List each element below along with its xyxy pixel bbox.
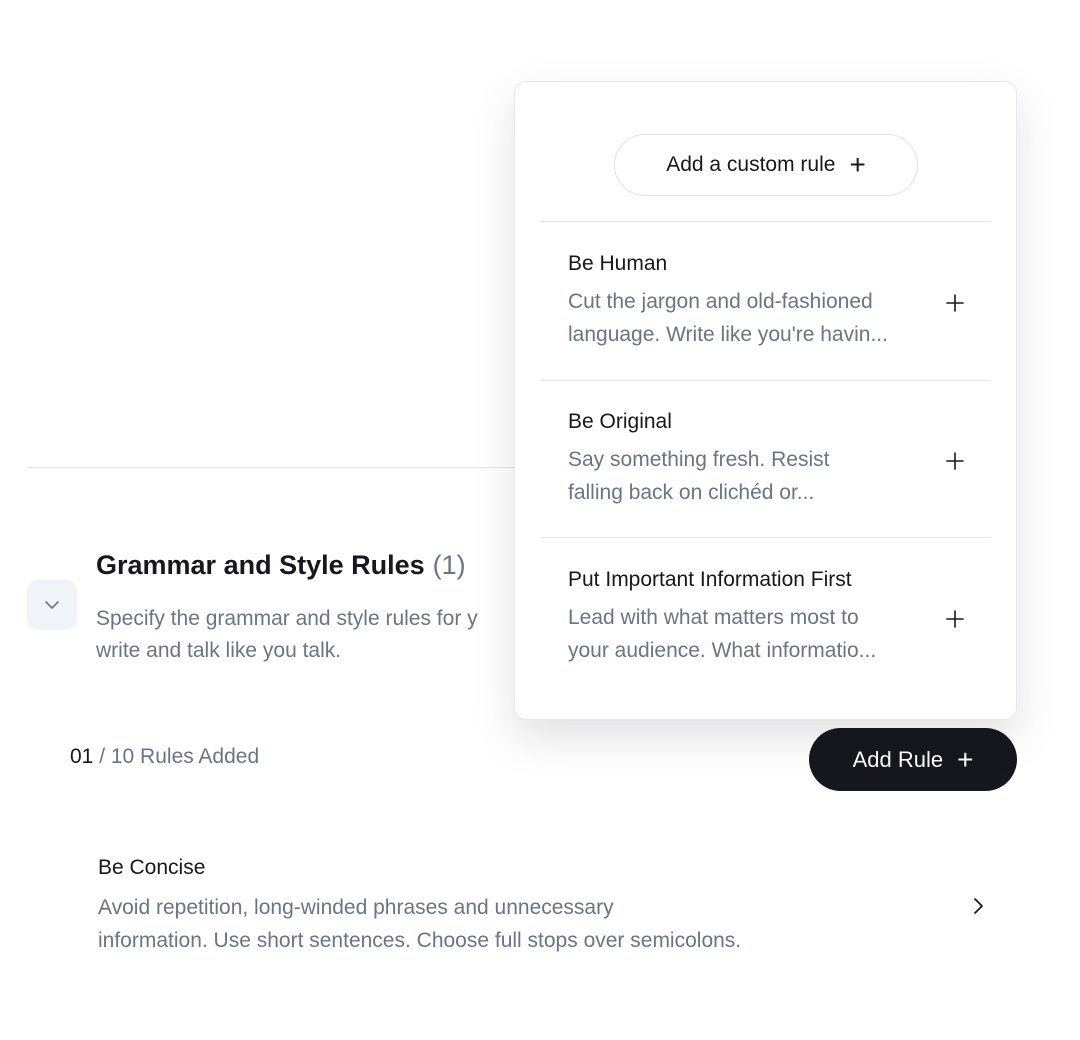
rules-added-current: 01 [70, 745, 94, 768]
add-rule-button-label: Add Rule [852, 746, 944, 772]
dropdown-rule-description: Cut the jargon and old-fashioned languag… [568, 285, 913, 351]
dropdown-rule-description: Say something fresh. Resist falling back… [568, 443, 913, 509]
dropdown-divider [541, 537, 991, 538]
add-rule-button[interactable]: Add Rule + [809, 728, 1017, 791]
add-custom-rule-label: Add a custom rule [666, 153, 836, 176]
dropdown-rule-description-line: language. Write like you're havin... [568, 323, 888, 346]
dropdown-rule-title: Put Important Information First [568, 568, 852, 591]
dropdown-rule-description: Lead with what matters most to your audi… [568, 601, 913, 667]
dropdown-rule-title: Be Human [568, 252, 668, 275]
added-rule-description-line: Avoid repetition, long-winded phrases an… [98, 896, 614, 919]
added-rule-description: Avoid repetition, long-winded phrases an… [98, 891, 798, 957]
chevron-right-icon[interactable] [968, 896, 988, 916]
added-rule-description-line: information. Use short sentences. Choose… [98, 929, 742, 952]
section-title-text: Grammar and Style Rules [96, 550, 425, 580]
plus-icon: + [957, 743, 974, 775]
added-rule-item[interactable]: Be Concise Avoid repetition, long-winded… [98, 856, 998, 957]
dropdown-rule-description-line: Cut the jargon and old-fashioned [568, 290, 873, 313]
section-divider [27, 467, 527, 468]
dropdown-rule-title: Be Original [568, 410, 672, 433]
dropdown-rule-description-line: your audience. What informatio... [568, 639, 877, 662]
chevron-down-icon [45, 601, 59, 609]
rules-added-total: / 10 Rules Added [93, 745, 260, 768]
dropdown-rule-option[interactable]: Put Important Information First Lead wit… [568, 568, 988, 667]
plus-icon [946, 452, 964, 470]
plus-icon: + [849, 149, 866, 180]
added-rule-title: Be Concise [98, 856, 206, 879]
add-custom-rule-button[interactable]: Add a custom rule + [614, 134, 918, 196]
add-rule-option-button[interactable] [942, 606, 968, 632]
dropdown-divider [541, 221, 991, 222]
rules-added-counter: 01 / 10 Rules Added [70, 745, 259, 769]
dropdown-divider [541, 380, 991, 381]
grammar-style-rules-page: Grammar and Style Rules (1) Specify the g… [0, 0, 1080, 1040]
dropdown-rule-description-line: falling back on clichéd or... [568, 481, 815, 504]
dropdown-rule-option[interactable]: Be Original Say something fresh. Resist … [568, 410, 988, 509]
add-rule-option-button[interactable] [942, 290, 968, 316]
section-title: Grammar and Style Rules (1) [96, 550, 466, 581]
dropdown-rule-option[interactable]: Be Human Cut the jargon and old-fashione… [568, 252, 988, 351]
section-description-line: write and talk like you talk. [96, 639, 342, 662]
section-description: Specify the grammar and style rules for … [96, 603, 516, 667]
plus-icon [946, 294, 964, 312]
dropdown-rule-description-line: Lead with what matters most to [568, 606, 859, 629]
add-rule-option-button[interactable] [942, 448, 968, 474]
add-rule-dropdown: Add a custom rule + Be Human Cut the jar… [514, 81, 1017, 720]
section-rule-count: (1) [432, 550, 466, 580]
section-description-line: Specify the grammar and style rules for … [96, 607, 478, 630]
dropdown-rule-description-line: Say something fresh. Resist [568, 448, 830, 471]
plus-icon [946, 610, 964, 628]
collapse-section-button[interactable] [27, 580, 77, 630]
